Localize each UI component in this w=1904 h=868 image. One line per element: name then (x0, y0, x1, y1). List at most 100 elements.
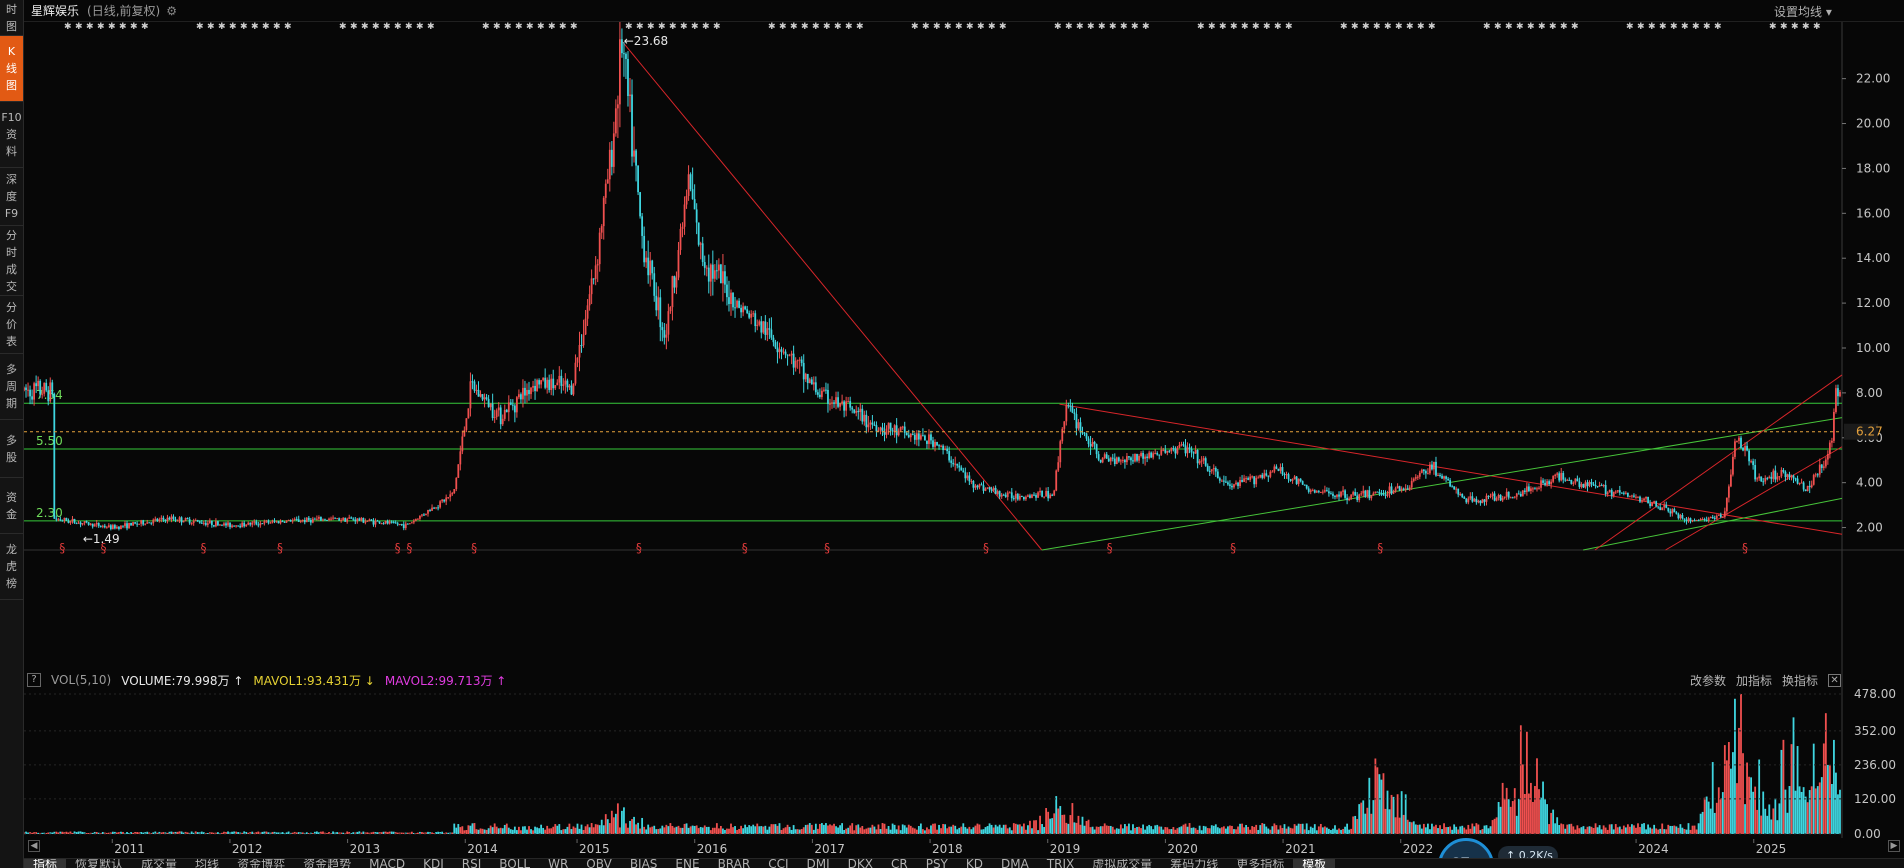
candle-body (776, 347, 779, 353)
indicator-tab[interactable]: DMI (798, 859, 839, 868)
candle-body (677, 250, 680, 278)
indicator-tab[interactable]: DKX (839, 859, 882, 868)
indicator-tab[interactable]: 成交量 (132, 859, 186, 868)
volume-bar (695, 825, 698, 834)
indicator-tab[interactable]: 虚拟成交量 (1083, 859, 1161, 868)
candle-body (93, 524, 96, 527)
candle-body (821, 390, 823, 397)
volume-bar (247, 832, 250, 834)
volume-bar (1394, 817, 1397, 834)
indicator-tab[interactable]: ENE (666, 859, 708, 868)
indicator-tab[interactable]: KDJ (414, 859, 453, 868)
volume-bar (491, 827, 494, 834)
indicator-tab[interactable]: TRIX (1038, 859, 1083, 868)
sidebar-tab-8[interactable]: 资金 (0, 478, 23, 534)
indicator-tab[interactable]: MACD (360, 859, 414, 868)
indicator-tab[interactable]: PSY (917, 859, 957, 868)
volume-bar (1806, 802, 1809, 834)
volume-bar (661, 825, 664, 834)
volume-bar (532, 830, 534, 834)
indicator-tab[interactable]: DMA (992, 859, 1038, 868)
sidebar-tab-4[interactable]: 分时成交 (0, 226, 23, 296)
indicator-tab[interactable]: 资金趋势 (294, 859, 360, 868)
ma-settings-button[interactable]: 设置均线 ▾ (1774, 3, 1832, 20)
candle-body (1437, 474, 1439, 476)
indicator-tab[interactable]: OBV (577, 859, 621, 868)
volume-chart[interactable]: 478.00352.00236.00120.000.00 (24, 668, 1904, 838)
volume-bar (808, 823, 811, 834)
indicator-tab[interactable]: BIAS (621, 859, 667, 868)
volume-bar (376, 832, 379, 834)
candle-body (73, 518, 76, 524)
indicator-tab[interactable]: 模板 (1293, 859, 1336, 868)
volume-bar (1723, 745, 1726, 834)
indicator-tab[interactable]: KD (957, 859, 992, 868)
indicator-tab[interactable]: WR (539, 859, 577, 868)
sidebar-tab-6[interactable]: 多周期 (0, 354, 23, 420)
candle-body (196, 520, 199, 522)
candle-body (1121, 460, 1124, 462)
volume-bar (1269, 829, 1272, 834)
indicator-tab[interactable]: 更多指标 (1227, 859, 1293, 868)
volume-bar (1719, 798, 1722, 834)
candle-body (671, 276, 674, 308)
indicator-tab[interactable]: 恢复默认 (66, 859, 132, 868)
candle-body (111, 525, 114, 530)
scroll-right-icon[interactable]: ▶ (1888, 840, 1900, 852)
price-tick-label: 2.00 (1856, 521, 1883, 535)
indicator-tab[interactable]: CR (882, 859, 917, 868)
volume-bar (1376, 767, 1379, 834)
volume-bar (1218, 828, 1221, 834)
candle-body (439, 501, 442, 508)
indicator-tab[interactable]: 均线 (186, 859, 228, 868)
indicator-tab[interactable]: 指标 (24, 859, 67, 868)
candle-body (210, 520, 213, 526)
volume-bar (1190, 827, 1193, 834)
candle-body (1065, 405, 1068, 422)
candle-body (915, 433, 918, 440)
volume-bar (257, 831, 260, 834)
gear-icon[interactable]: ⚙ (166, 4, 177, 18)
candle-body (164, 519, 167, 522)
volume-bar (1045, 808, 1048, 834)
volume-bar (588, 827, 591, 834)
indicator-tab[interactable]: BRAR (709, 859, 760, 868)
indicator-tab[interactable]: 资金博弈 (228, 859, 294, 868)
candle-body (994, 487, 997, 494)
volume-bar (1610, 824, 1613, 834)
stock-name[interactable]: 星辉娱乐 (31, 2, 79, 19)
candle-body (324, 519, 326, 521)
volume-bar (105, 832, 108, 834)
volume-bar (1031, 828, 1033, 834)
volume-bar (958, 827, 961, 834)
volume-bar (627, 827, 629, 834)
candle-body (1762, 481, 1765, 483)
sidebar-tab-7[interactable]: 多股 (0, 420, 23, 478)
sidebar-tab-0[interactable]: 时图 (0, 0, 23, 36)
event-marker: ✱ (1483, 22, 1491, 32)
candle-body (431, 507, 433, 511)
candle-body (239, 525, 242, 528)
volume-bar (978, 824, 981, 834)
sidebar-tab-5[interactable]: 分价表 (0, 296, 23, 354)
sidebar-tab-3[interactable]: 深度 F9 (0, 168, 23, 226)
sidebar-tab-9[interactable]: 龙虎榜 (0, 534, 23, 600)
volume-bar (1796, 746, 1799, 834)
candle-body (1196, 450, 1199, 464)
candle-body (1051, 494, 1054, 496)
candle-body (952, 462, 955, 465)
volume-bar (665, 824, 668, 834)
indicator-tab[interactable]: RSI (453, 859, 491, 868)
candle-body (1536, 488, 1538, 490)
indicator-tab[interactable]: CCI (759, 859, 797, 868)
scroll-left-icon[interactable]: ◀ (28, 840, 40, 852)
indicator-tab[interactable]: BOLL (490, 859, 539, 868)
price-tick-label: 14.00 (1856, 251, 1890, 265)
sidebar-tab-1[interactable]: K线图 (0, 36, 23, 102)
kline-chart[interactable]: ✱ ✱ ✱ ✱ ✱ ✱ ✱ ✱ ✱ ✱ ✱ ✱ ✱ ✱ ✱ ✱ ✱ ✱ ✱ ✱ ✱ ✱ ✱ ✱ ✱ ✱ ✱ ✱ ✱ ✱ ✱ ✱ ✱ ✱ ✱ ✱ ✱ ✱ ✱ ✱… (24, 22, 1904, 668)
candle-body (148, 522, 151, 524)
indicator-tab[interactable]: 筹码力线 (1161, 859, 1227, 868)
sidebar-tab-2[interactable]: F10 资料 (0, 102, 23, 168)
candle-body (887, 422, 890, 429)
candle-body (190, 523, 193, 525)
